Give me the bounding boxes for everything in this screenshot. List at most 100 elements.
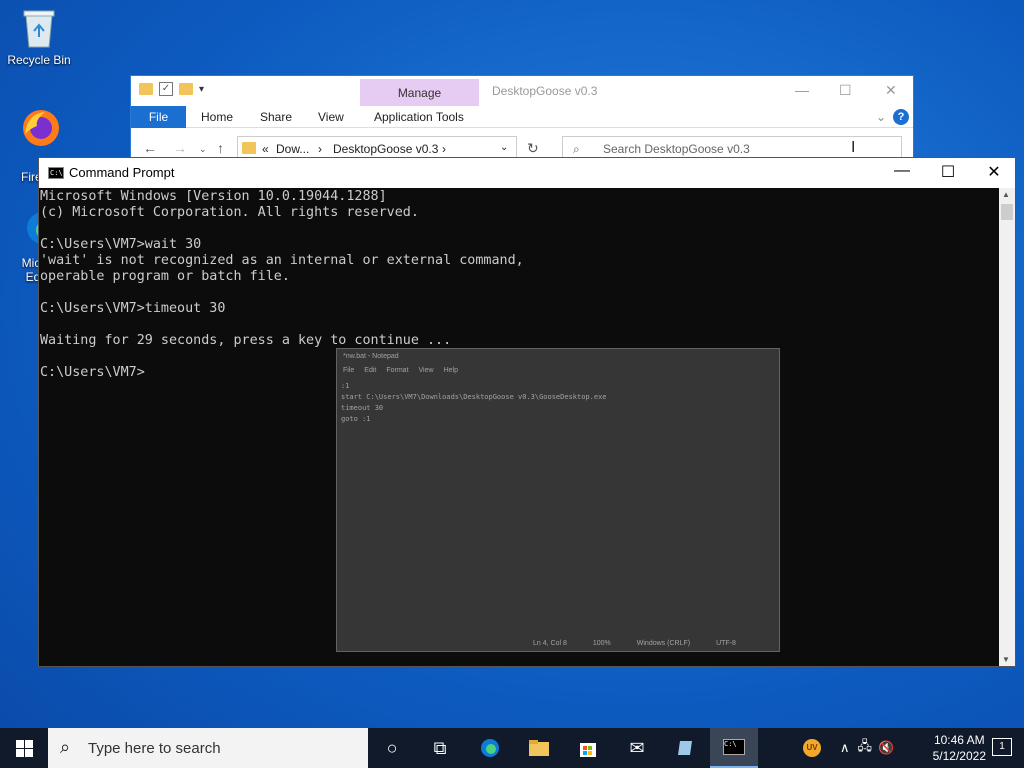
file-tab[interactable]: File — [131, 106, 186, 128]
crumb-desktopgoose[interactable]: DesktopGoose v0.3 — [333, 142, 438, 156]
qat-dropdown-icon[interactable]: ▾ — [199, 84, 204, 95]
file-explorer-window[interactable]: ✓ ▾ Manage DesktopGoose v0.3 — ☐ ✕ File … — [130, 75, 914, 165]
refresh-icon[interactable]: ↻ — [527, 140, 539, 157]
status-position: Ln 4, Col 8 — [533, 640, 567, 647]
status-eol: Windows (CRLF) — [636, 640, 691, 647]
folder-icon[interactable] — [139, 83, 153, 95]
ribbon-expand-icon[interactable]: ⌄ — [876, 110, 886, 124]
console-line: 'wait' is not recognized as an internal … — [40, 253, 524, 268]
firefox-icon — [17, 104, 61, 148]
windows-logo-icon — [15, 739, 33, 757]
application-tools-tab[interactable]: Application Tools — [374, 110, 464, 124]
help-icon[interactable]: ? — [893, 109, 909, 125]
cmd-titlebar[interactable]: C:\ Command Prompt — ☐ ✕ — [39, 158, 1015, 188]
menu-help: Help — [443, 367, 458, 374]
task-view-icon[interactable]: ⧉ — [416, 728, 464, 768]
recent-dropdown-icon[interactable]: ⌄ — [199, 144, 207, 155]
taskbar-search-placeholder: Type here to search — [88, 740, 221, 757]
menu-view: View — [418, 367, 434, 374]
console-line: Waiting for 29 seconds, press a key to c… — [40, 333, 452, 348]
cmd-title: Command Prompt — [69, 165, 175, 180]
close-icon[interactable]: ✕ — [971, 162, 1017, 182]
search-icon: ⌕ — [60, 737, 71, 757]
maximize-icon[interactable]: ☐ — [839, 82, 852, 99]
console-line: C:\Users\VM7>wait 30 — [40, 237, 202, 252]
firefox-desktop-icon[interactable]: Fire — [1, 104, 77, 184]
crumb-separator-icon[interactable]: › — [442, 142, 446, 156]
address-folder-icon — [242, 142, 256, 154]
notepad-statusbar: Ln 4, Col 8 100% Windows (CRLF) UTF-8 — [533, 640, 736, 647]
scroll-up-icon[interactable]: ▲ — [1002, 190, 1010, 199]
scroll-down-icon[interactable]: ▼ — [1002, 655, 1010, 664]
ribbon-tabs: File Home Share View Application Tools ⌄… — [131, 106, 913, 128]
properties-icon[interactable]: ✓ — [159, 82, 173, 96]
recycle-bin-icon — [17, 6, 61, 50]
search-placeholder: Search DesktopGoose v0.3 — [603, 142, 750, 156]
console-line: operable program or batch file. — [40, 269, 290, 284]
crumb-downloads[interactable]: Dow... — [276, 142, 309, 156]
minimize-icon[interactable]: — — [795, 82, 809, 98]
close-icon[interactable]: ✕ — [885, 82, 897, 99]
clock[interactable]: 10:46 AM 5/12/2022 — [933, 732, 986, 764]
start-button[interactable] — [0, 728, 48, 768]
crumb-separator-icon[interactable]: › — [318, 142, 322, 156]
minimize-icon[interactable]: — — [879, 162, 925, 180]
forward-arrow-icon[interactable]: → — [173, 140, 187, 156]
network-icon[interactable]: 🖧 — [858, 737, 873, 759]
volume-muted-icon[interactable]: 🔇 — [878, 740, 894, 756]
notepad-taskbar-icon[interactable] — [662, 728, 710, 768]
scroll-thumb[interactable] — [1001, 204, 1013, 220]
new-folder-icon[interactable] — [179, 83, 193, 95]
recycle-bin-label: Recycle Bin — [7, 53, 71, 67]
text-cursor-icon: I — [851, 139, 856, 156]
taskbar: ⌕ Type here to search ○ ⧉ ✉ C:\ UV ∧ 🖧 🔇… — [0, 728, 1024, 768]
console-line: C:\Users\VM7>timeout 30 — [40, 301, 226, 316]
share-tab[interactable]: Share — [260, 110, 292, 124]
notepad-line: timeout 30 — [341, 404, 384, 412]
uv-icon: UV — [803, 739, 821, 757]
file-explorer-taskbar-icon[interactable] — [515, 728, 563, 768]
search-icon: ⌕ — [573, 142, 580, 156]
vertical-scrollbar[interactable]: ▲ ▼ — [999, 188, 1015, 666]
cmd-taskbar-glyph-icon: C:\ — [723, 739, 745, 755]
uv-app-tray-icon[interactable]: UV — [788, 728, 836, 768]
notification-count: 1 — [999, 741, 1005, 752]
notepad-line: start C:\Users\VM7\Downloads\DesktopGoos… — [341, 393, 607, 401]
taskbar-search-box[interactable]: ⌕ Type here to search — [48, 728, 368, 768]
up-arrow-icon[interactable]: ↑ — [217, 140, 224, 156]
menu-edit: Edit — [364, 367, 377, 374]
recycle-bin-desktop-icon[interactable]: Recycle Bin — [1, 6, 77, 67]
edge-taskbar-icon[interactable] — [466, 728, 514, 768]
console-line: (c) Microsoft Corporation. All rights re… — [40, 205, 419, 220]
address-dropdown-icon[interactable]: ⌄ — [500, 142, 508, 153]
back-arrow-icon[interactable]: ← — [143, 140, 157, 156]
action-center-icon[interactable]: 1 — [992, 738, 1012, 756]
notepad-text: :1 start C:\Users\VM7\Downloads\DesktopGo… — [341, 381, 607, 425]
view-tab[interactable]: View — [318, 110, 344, 124]
cmd-icon: C:\ — [48, 167, 64, 179]
home-tab[interactable]: Home — [201, 110, 233, 124]
clock-time: 10:46 AM — [933, 733, 985, 747]
notepad-ghost-overlay: *nw.bat - Notepad File Edit Format View … — [336, 348, 780, 652]
notepad-menu: File Edit Format View Help — [343, 367, 458, 374]
cortana-icon[interactable]: ○ — [368, 728, 416, 768]
explorer-title: DesktopGoose v0.3 — [492, 84, 598, 98]
clock-date: 5/12/2022 — [932, 749, 986, 763]
menu-format: Format — [386, 367, 409, 374]
mail-icon[interactable]: ✉ — [613, 728, 661, 768]
show-hidden-icons-icon[interactable]: ∧ — [840, 740, 850, 756]
overflow-chevrons-icon[interactable]: « — [262, 142, 269, 156]
explorer-titlebar[interactable]: ✓ ▾ Manage DesktopGoose v0.3 — ☐ ✕ — [131, 76, 913, 106]
maximize-icon[interactable]: ☐ — [925, 162, 971, 182]
status-encoding: UTF-8 — [716, 640, 736, 647]
manage-tab[interactable]: Manage — [360, 79, 479, 106]
notepad-line: goto :1 — [341, 415, 371, 423]
system-tray: ∧ 🖧 🔇 — [840, 728, 894, 768]
command-prompt-taskbar-icon[interactable]: C:\ — [710, 728, 758, 768]
console-line: Microsoft Windows [Version 10.0.19044.12… — [40, 189, 387, 204]
store-icon[interactable] — [564, 728, 612, 768]
notepad-line: :1 — [341, 382, 350, 390]
